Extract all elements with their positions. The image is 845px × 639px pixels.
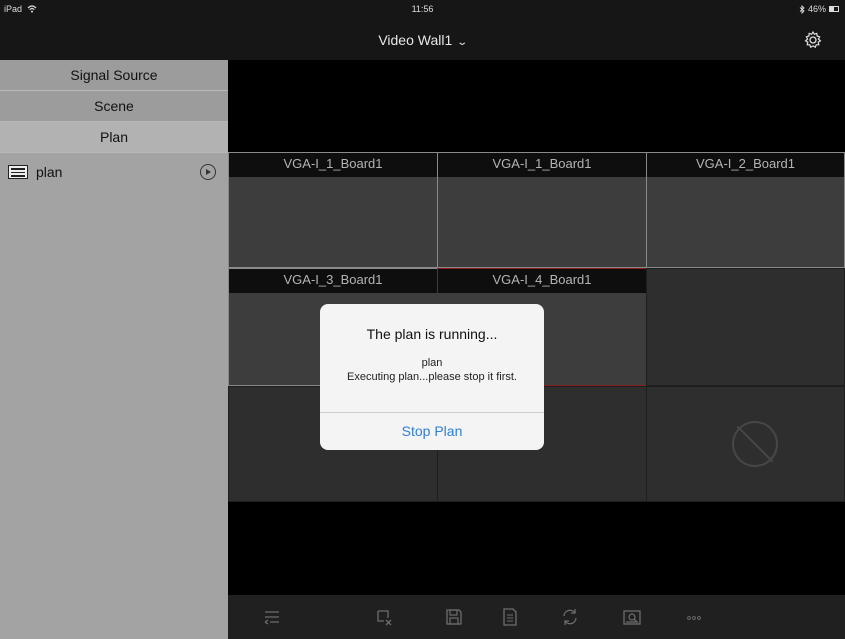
wall-cell-empty[interactable] [646,268,845,386]
sidebar: Signal Source Scene Plan plan [0,60,228,639]
list-icon [8,165,28,179]
cell-label: VGA-I_1_Board1 [438,153,646,177]
plan-running-dialog: The plan is running... plan Executing pl… [320,304,544,450]
clock: 11:56 [411,4,434,14]
bottom-toolbar [228,595,845,639]
tab-signal-source[interactable]: Signal Source [0,60,228,91]
plan-list-item[interactable]: plan [0,153,228,191]
bluetooth-icon [799,4,805,14]
plan-item-label: plan [36,164,63,180]
nav-bar: Video Wall1 ⌄ [0,20,845,60]
gear-icon[interactable] [803,30,823,50]
wall-cell[interactable]: VGA-I_1_Board1 [228,152,438,268]
refresh-icon[interactable] [560,607,580,627]
cell-label: VGA-I_4_Board1 [438,269,646,293]
clear-window-icon[interactable] [374,607,394,627]
tab-plan[interactable]: Plan [0,122,228,153]
wall-selector[interactable]: Video Wall1 ⌄ [0,32,845,48]
save-icon[interactable] [444,607,464,627]
wall-cell-empty[interactable] [646,386,845,502]
split-icon[interactable] [262,607,282,627]
battery-percent: 46% [807,4,826,14]
cell-label: VGA-I_3_Board1 [229,269,437,293]
chevron-down-icon: ⌄ [456,37,469,48]
dialog-message-text: Executing plan...please stop it first. [347,371,517,383]
zoom-window-icon[interactable] [622,607,642,627]
status-right: 46% [799,4,839,14]
dialog-plan-name: plan [421,357,443,369]
dialog-title: The plan is running... [366,326,498,342]
cell-label: VGA-I_2_Board1 [647,153,844,177]
wall-cell[interactable]: VGA-I_2_Board1 [646,152,845,268]
no-entry-icon [732,421,778,467]
battery-icon [829,6,839,12]
document-icon[interactable] [500,607,520,627]
status-bar: iPad 11:56 46% [0,0,845,20]
page-title: Video Wall1 [378,32,453,48]
dialog-message: plan Executing plan...please stop it fir… [320,356,544,384]
wall-cell[interactable]: VGA-I_1_Board1 [437,152,647,268]
stop-plan-button[interactable]: Stop Plan [320,412,544,450]
cell-label: VGA-I_1_Board1 [229,153,437,177]
play-icon[interactable] [200,164,216,180]
tab-scene[interactable]: Scene [0,91,228,122]
more-icon[interactable] [684,607,704,627]
